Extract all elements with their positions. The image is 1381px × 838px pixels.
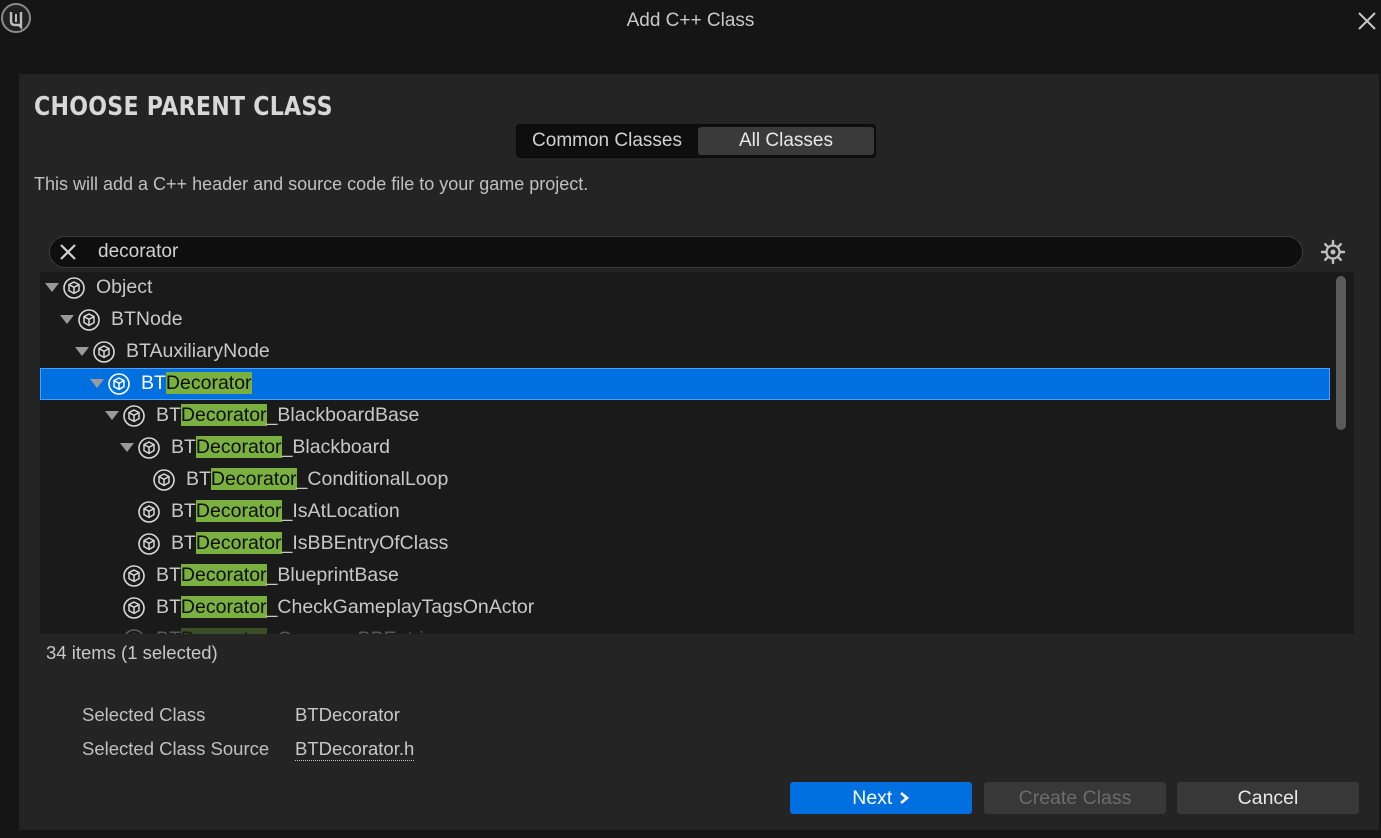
label-suffix: _ConditionalLoop: [296, 468, 449, 490]
tree-row[interactable]: BTDecorator_CompareBBEntries: [40, 624, 1330, 634]
label-prefix: BT: [141, 372, 166, 394]
label-suffix: _CheckGameplayTagsOnActor: [266, 596, 535, 618]
tree-row[interactable]: BTAuxiliaryNode: [40, 336, 1330, 368]
label-prefix: BT: [156, 404, 181, 426]
expand-arrow-icon[interactable]: [60, 315, 74, 324]
tree-row[interactable]: BTDecorator: [40, 368, 1330, 400]
tree-row-label: BTDecorator_CompareBBEntries: [156, 628, 444, 634]
label-prefix: BTAuxiliaryNode: [126, 340, 270, 362]
clear-search-icon[interactable]: [56, 240, 80, 264]
search-input[interactable]: [98, 238, 1278, 266]
class-icon: [123, 405, 145, 427]
close-icon[interactable]: [1355, 8, 1379, 34]
tree-row[interactable]: Object: [40, 272, 1330, 304]
label-suffix: _Blackboard: [281, 436, 390, 458]
search-match-highlight: Decorator: [210, 468, 297, 490]
label-prefix: BT: [156, 564, 181, 586]
dialog-panel: CHOOSE PARENT CLASS Common Classes All C…: [19, 74, 1379, 830]
tree-row-label: BTDecorator_Blackboard: [171, 436, 390, 459]
tree-row[interactable]: BTDecorator_BlackboardBase: [40, 400, 1330, 432]
label-suffix: _CompareBBEntries: [267, 628, 445, 634]
expand-arrow-icon[interactable]: [45, 283, 59, 292]
selected-class-label: Selected Class: [82, 704, 206, 725]
expand-arrow-icon[interactable]: [105, 411, 119, 420]
search-match-highlight: Decorator: [180, 596, 267, 618]
title-bar: Add C++ Class: [0, 0, 1381, 42]
tree-row-label: BTDecorator_BlackboardBase: [156, 404, 419, 427]
label-prefix: BTNode: [111, 308, 183, 330]
class-icon: [138, 533, 160, 555]
class-filter-segmented-control: Common Classes All Classes: [516, 124, 876, 158]
label-prefix: BT: [171, 532, 196, 554]
class-icon: [108, 373, 130, 395]
selected-source-label: Selected Class Source: [82, 738, 270, 759]
class-icon: [78, 309, 100, 331]
tree-row[interactable]: BTDecorator_CheckGameplayTagsOnActor: [40, 592, 1330, 624]
create-class-button[interactable]: Create Class: [984, 782, 1166, 814]
tree-row[interactable]: BTDecorator_Blackboard: [40, 432, 1330, 464]
tree-row[interactable]: BTDecorator_IsBBEntryOfClass: [40, 528, 1330, 560]
expand-arrow-icon[interactable]: [120, 443, 134, 452]
tree-row-label: BTNode: [111, 308, 183, 331]
expand-arrow-icon[interactable]: [90, 379, 104, 388]
tree-row-label: BTDecorator_IsAtLocation: [171, 500, 400, 523]
tree-row-label: BTDecorator_IsBBEntryOfClass: [171, 532, 448, 555]
label-suffix: _BlackboardBase: [266, 404, 420, 426]
next-button[interactable]: Next: [790, 782, 972, 814]
label-prefix: Object: [96, 276, 153, 298]
search-match-highlight: Decorator: [195, 532, 282, 554]
search-match-highlight: Decorator: [195, 500, 282, 522]
tree-row-label: BTAuxiliaryNode: [126, 340, 270, 363]
tree-row[interactable]: BTNode: [40, 304, 1330, 336]
label-prefix: BT: [171, 500, 196, 522]
label-suffix: _BlueprintBase: [266, 564, 399, 586]
tree-scrollbar[interactable]: [1336, 276, 1346, 430]
label-suffix: _IsAtLocation: [281, 500, 400, 522]
label-prefix: BT: [156, 628, 181, 634]
search-match-highlight: Decorator: [180, 628, 267, 634]
label-prefix: BT: [156, 596, 181, 618]
tree-row[interactable]: BTDecorator_ConditionalLoop: [40, 464, 1330, 496]
expand-arrow-icon[interactable]: [75, 347, 89, 356]
class-icon: [138, 501, 160, 523]
label-suffix: _IsBBEntryOfClass: [281, 532, 449, 554]
window-title: Add C++ Class: [626, 10, 755, 31]
class-icon: [123, 629, 145, 634]
tree-row[interactable]: BTDecorator_BlueprintBase: [40, 560, 1330, 592]
class-icon: [93, 341, 115, 363]
class-icon: [123, 565, 145, 587]
tab-all-classes[interactable]: All Classes: [698, 127, 874, 155]
search-match-highlight: Decorator: [180, 404, 267, 426]
search-box: [49, 236, 1303, 268]
selected-source-link[interactable]: BTDecorator.h: [295, 738, 415, 761]
tree-row-label: BTDecorator_CheckGameplayTagsOnActor: [156, 596, 534, 619]
class-icon: [123, 597, 145, 619]
tree-row-label: BTDecorator_ConditionalLoop: [186, 468, 448, 491]
settings-gear-icon[interactable]: [1319, 238, 1347, 266]
tree-row[interactable]: BTDecorator_IsAtLocation: [40, 496, 1330, 528]
next-button-label: Next: [852, 787, 893, 809]
tab-common-classes[interactable]: Common Classes: [519, 127, 695, 155]
class-icon: [138, 437, 160, 459]
class-icon: [63, 277, 85, 299]
search-match-highlight: Decorator: [180, 564, 267, 586]
selected-class-value: BTDecorator: [295, 704, 400, 725]
search-match-highlight: Decorator: [165, 372, 252, 394]
cancel-button[interactable]: Cancel: [1177, 782, 1359, 814]
tree-row-label: BTDecorator_BlueprintBase: [156, 564, 399, 587]
class-tree: Object BTNode BTAuxiliaryNode BTDecorator BT…: [40, 272, 1354, 634]
class-icon: [153, 469, 175, 491]
tree-row-label: BTDecorator: [141, 372, 252, 395]
page-title: CHOOSE PARENT CLASS: [34, 92, 333, 122]
label-prefix: BT: [171, 436, 196, 458]
search-match-highlight: Decorator: [195, 436, 282, 458]
description-text: This will add a C++ header and source co…: [34, 174, 589, 194]
chevron-right-icon: [898, 783, 910, 815]
item-count: 34 items (1 selected): [46, 642, 218, 663]
label-prefix: BT: [186, 468, 211, 490]
tree-row-label: Object: [96, 276, 152, 299]
